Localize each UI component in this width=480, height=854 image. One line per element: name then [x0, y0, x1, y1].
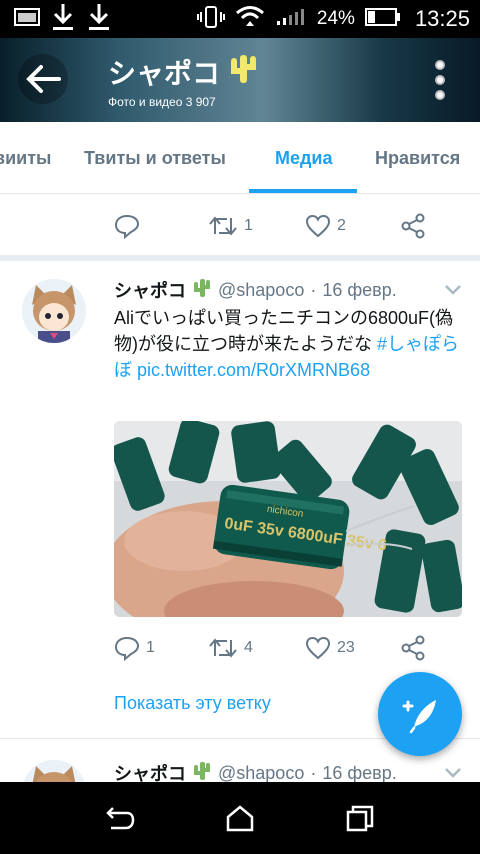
cactus-icon	[192, 761, 212, 783]
reply-button[interactable]	[114, 213, 140, 239]
profile-header: シャポコ Фото и видео 3 907	[0, 38, 480, 122]
retweet-button[interactable]: 4	[208, 635, 253, 661]
cactus-icon	[192, 278, 212, 303]
tweet[interactable]: シャポコ @shapoco · 16 февр. Aliでいっぱい買ったニチコン…	[0, 261, 480, 739]
profile-name-text: シャポコ	[108, 58, 221, 89]
compose-tweet-button[interactable]	[378, 672, 462, 756]
retweet-count: 4	[244, 639, 253, 656]
retweet-icon	[209, 216, 237, 236]
heart-icon	[305, 214, 331, 238]
active-tab-indicator	[249, 189, 357, 193]
gallery-notification-icon	[14, 7, 40, 32]
tab-tweets[interactable]: вииты	[0, 122, 51, 194]
like-count: 23	[337, 639, 355, 656]
avatar[interactable]	[22, 279, 86, 343]
back-nav-icon	[106, 807, 135, 830]
reply-icon	[114, 636, 140, 661]
author-name[interactable]: シャポコ	[114, 277, 186, 303]
download-icon	[86, 2, 112, 37]
reply-count: 1	[146, 639, 155, 656]
recents-icon	[346, 805, 374, 832]
tweet-menu-button[interactable]	[444, 766, 462, 782]
profile-media-count: Фото и видео 3 907	[108, 95, 216, 109]
profile-tabs: вииты Твиты и ответы Медиа Нравится	[0, 122, 480, 194]
author-name[interactable]: シャポコ	[114, 760, 186, 782]
share-button[interactable]	[400, 635, 426, 661]
chevron-down-icon	[445, 285, 461, 295]
author-handle[interactable]: @shapoco	[218, 763, 304, 783]
tab-media[interactable]: Медиа	[275, 122, 333, 194]
show-thread-link[interactable]: Показать эту ветку	[114, 693, 271, 714]
home-icon	[226, 805, 254, 832]
clock: 13:25	[414, 6, 470, 31]
system-nav-bar	[0, 782, 480, 854]
tweet-date: 16 февр.	[322, 762, 397, 783]
status-bar: 24% 13:25	[0, 0, 480, 38]
tweet-header: シャポコ @shapoco · 16 февр.	[114, 760, 397, 782]
author-handle[interactable]: @shapoco	[218, 280, 304, 301]
share-icon	[401, 635, 425, 661]
download-icon	[50, 2, 76, 37]
like-count: 2	[337, 217, 346, 234]
previous-tweet-actions: 1 2	[0, 195, 480, 257]
separator-dot: ·	[310, 762, 317, 783]
reply-icon	[114, 214, 140, 239]
share-button[interactable]	[400, 213, 426, 239]
tweet-menu-button[interactable]	[444, 283, 462, 301]
like-button[interactable]: 2	[305, 213, 346, 239]
home-nav-button[interactable]	[225, 804, 255, 837]
tab-likes[interactable]: Нравится	[375, 122, 460, 194]
back-button[interactable]	[18, 54, 68, 104]
heart-icon	[305, 636, 331, 660]
reply-button[interactable]: 1	[114, 635, 155, 661]
retweet-button[interactable]: 1	[208, 213, 253, 239]
separator-dot: ·	[310, 279, 317, 300]
chevron-down-icon	[445, 768, 461, 778]
tab-tweets-and-replies[interactable]: Твиты и ответы	[84, 122, 226, 194]
share-icon	[401, 213, 425, 239]
arrow-left-icon	[26, 65, 61, 93]
avatar[interactable]	[22, 760, 86, 782]
compose-feather-icon	[402, 700, 436, 734]
battery-percent: 24%	[316, 8, 355, 29]
more-dot-icon	[435, 90, 445, 100]
tweet-text: Aliでいっぱい買ったニチコンの6800uF(偽物)が役に立つ時が来たようだな …	[114, 305, 464, 383]
tweet-header: シャポコ @shapoco · 16 февр.	[114, 277, 397, 303]
like-button[interactable]: 23	[305, 635, 355, 661]
cactus-icon	[226, 53, 260, 92]
more-dot-icon	[435, 75, 445, 85]
wifi-icon	[235, 4, 265, 35]
retweet-icon	[209, 638, 237, 658]
retweet-count: 1	[244, 217, 253, 234]
signal-icon	[275, 7, 307, 32]
more-options-button[interactable]	[422, 56, 458, 104]
more-dot-icon	[435, 60, 445, 70]
media-link[interactable]: pic.twitter.com/R0rXMRNB68	[137, 360, 370, 380]
back-nav-button[interactable]	[105, 804, 135, 837]
tweet-date: 16 февр.	[322, 279, 397, 300]
recents-nav-button[interactable]	[345, 804, 375, 837]
profile-name: シャポコ	[108, 52, 260, 92]
vibrate-icon	[196, 5, 225, 34]
battery-icon	[364, 7, 401, 32]
tweet-image[interactable]: 0uF 35v 6800uF 35v 6 nichicon	[114, 421, 462, 617]
